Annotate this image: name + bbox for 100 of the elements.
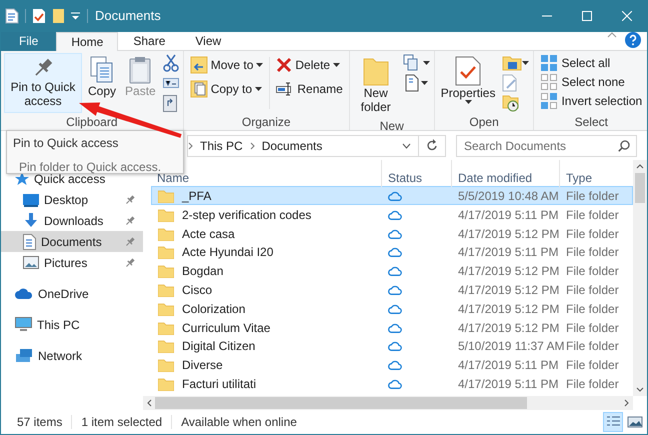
ribbon-tab[interactable]: Home: [56, 32, 118, 52]
nav-item[interactable]: Pictures: [1, 252, 143, 273]
pin-button[interactable]: Pin to Quick access: [4, 53, 82, 113]
collapse-ribbon-icon[interactable]: [607, 32, 617, 38]
nav-item[interactable]: Network: [1, 345, 143, 366]
type-cell-text: File folder: [565, 320, 620, 337]
cloud-status-icon: [388, 304, 402, 314]
date-cell-text: 4/17/2019 5:11 PM: [457, 206, 560, 224]
chevron-icon: [250, 142, 255, 150]
download-icon: [23, 212, 39, 228]
copy-button[interactable]: Copy: [85, 53, 120, 101]
nav-label: Quick access: [34, 172, 106, 188]
details-view-button[interactable]: [603, 412, 623, 432]
move-to-button[interactable]: Move to: [186, 53, 266, 77]
grid-icon: [540, 92, 558, 110]
cloud-icon: [15, 288, 33, 299]
ribbon-tab[interactable]: File: [1, 32, 56, 51]
caret-icon: [522, 61, 530, 65]
date-cell-text: 4/17/2019 5:12 PM: [457, 300, 560, 318]
nav-item[interactable]: OneDrive: [1, 283, 143, 304]
path-icon[interactable]: [162, 78, 179, 88]
file-name: Digital Citizen: [182, 338, 256, 356]
nav-label: OneDrive: [38, 286, 89, 302]
caret-icon: [255, 87, 262, 91]
group-label: Open: [468, 114, 500, 130]
nav-item[interactable]: This PC: [1, 314, 143, 335]
dropdown-icon[interactable]: [71, 12, 80, 20]
invert-selection-button[interactable]: Invert selection: [537, 91, 646, 110]
select-none-button[interactable]: Select none: [537, 72, 646, 91]
grid-icon: [540, 72, 558, 90]
file-name: Facturi utilitati: [182, 376, 256, 393]
file-row[interactable]: Facturi utilitati 4/17/2019 5:11 PM File folder: [151, 374, 633, 393]
delete-icon: [276, 57, 292, 73]
date-cell-text: 4/17/2019 5:11 PM: [457, 244, 560, 262]
cloud-status-icon: [388, 191, 402, 201]
folder-icon: [158, 226, 174, 241]
nav-item[interactable]: Desktop: [1, 189, 143, 210]
nav-label: Downloads: [44, 212, 104, 230]
type-cell-text: File folder: [565, 300, 620, 318]
breadcrumb[interactable]: This PC: [197, 136, 246, 154]
ribbon-tab[interactable]: View: [180, 32, 236, 51]
file-name: _PFA: [182, 188, 212, 205]
nav-label: Network: [38, 348, 82, 364]
history-icon[interactable]: [502, 94, 520, 112]
type-cell-text: File folder: [565, 263, 620, 280]
shortcut-icon[interactable]: [162, 94, 177, 112]
properties-icon: [455, 56, 482, 86]
address-bar[interactable]: This PC Documents: [187, 134, 446, 156]
folder-window-icon[interactable]: [502, 55, 522, 71]
caret-icon: [422, 61, 430, 65]
checkmark-icon[interactable]: [32, 8, 46, 24]
type-cell-text: File folder: [565, 188, 620, 205]
date-cell-text: 4/17/2019 5:12 PM: [457, 282, 560, 299]
file-row[interactable]: Acte Hyundai I20 4/17/2019 5:11 PM File folder: [151, 242, 633, 262]
file-name: Acte Hyundai I20: [182, 244, 274, 262]
copy-to-button[interactable]: Copy to: [186, 77, 266, 101]
pin-icon: [125, 236, 135, 246]
type-cell-text: File folder: [565, 226, 620, 243]
rename-button[interactable]: Rename: [273, 77, 346, 101]
folder-icon: [158, 282, 174, 297]
page-icon[interactable]: [402, 74, 421, 92]
folder-icon: [158, 245, 174, 260]
pin-icon: [125, 216, 135, 226]
date-cell-text: 4/17/2019 5:12 PM: [457, 320, 560, 337]
file-row[interactable]: Bogdan 4/17/2019 5:12 PM File folder: [151, 261, 633, 280]
refresh-icon[interactable]: [426, 139, 438, 152]
chevron-down-icon[interactable]: [402, 142, 411, 148]
breadcrumb[interactable]: Documents: [258, 136, 326, 154]
scrollbar-thumb[interactable]: [635, 173, 645, 203]
scissors-icon[interactable]: [162, 54, 179, 72]
group-label: Select: [574, 114, 609, 130]
type-cell-text: File folder: [565, 244, 620, 262]
document-icon[interactable]: [5, 8, 19, 24]
scrollbar-thumb[interactable]: [155, 397, 527, 409]
delete-button[interactable]: Delete: [273, 53, 346, 77]
nav-item[interactable]: Documents: [1, 231, 143, 252]
file-row[interactable]: _PFA 5/5/2019 10:48 AM File folder: [151, 186, 633, 205]
cloud-status-icon: [388, 360, 402, 370]
cloud-status-icon: [388, 228, 402, 239]
ribbon-tab[interactable]: Share: [118, 32, 180, 51]
picture-icon: [627, 414, 643, 430]
file-row[interactable]: Colorization 4/17/2019 5:12 PM File folder: [151, 298, 633, 318]
select-all-button[interactable]: Select all: [537, 53, 646, 72]
folder-icon: [158, 376, 174, 391]
file-row[interactable]: Curriculum Vitae 4/17/2019 5:12 PM File folder: [151, 318, 633, 336]
file-name: Diverse: [182, 357, 223, 374]
maximize-icon: [582, 11, 592, 21]
file-row[interactable]: Cisco 4/17/2019 5:12 PM File folder: [151, 280, 633, 299]
new-folder-button[interactable]: New folder: [352, 53, 399, 117]
group-label: New: [378, 118, 405, 133]
search-field[interactable]: Search Documents: [456, 134, 637, 156]
file-row[interactable]: Digital Citizen 5/10/2019 11:37 AM File folder: [151, 336, 633, 356]
nav-item[interactable]: Downloads: [1, 210, 143, 231]
file-row[interactable]: Diverse 4/17/2019 5:11 PM File folder: [151, 355, 633, 374]
date-cell-text: 4/17/2019 5:11 PM: [457, 376, 560, 393]
file-row[interactable]: 2-step verification codes 4/17/2019 5:11 PM File folder: [151, 204, 633, 224]
properties-button[interactable]: Properties: [438, 53, 498, 107]
help-icon[interactable]: [625, 32, 641, 48]
file-row[interactable]: Acte casa 4/17/2019 5:12 PM File folder: [151, 224, 633, 242]
folder-icon[interactable]: [52, 8, 65, 24]
